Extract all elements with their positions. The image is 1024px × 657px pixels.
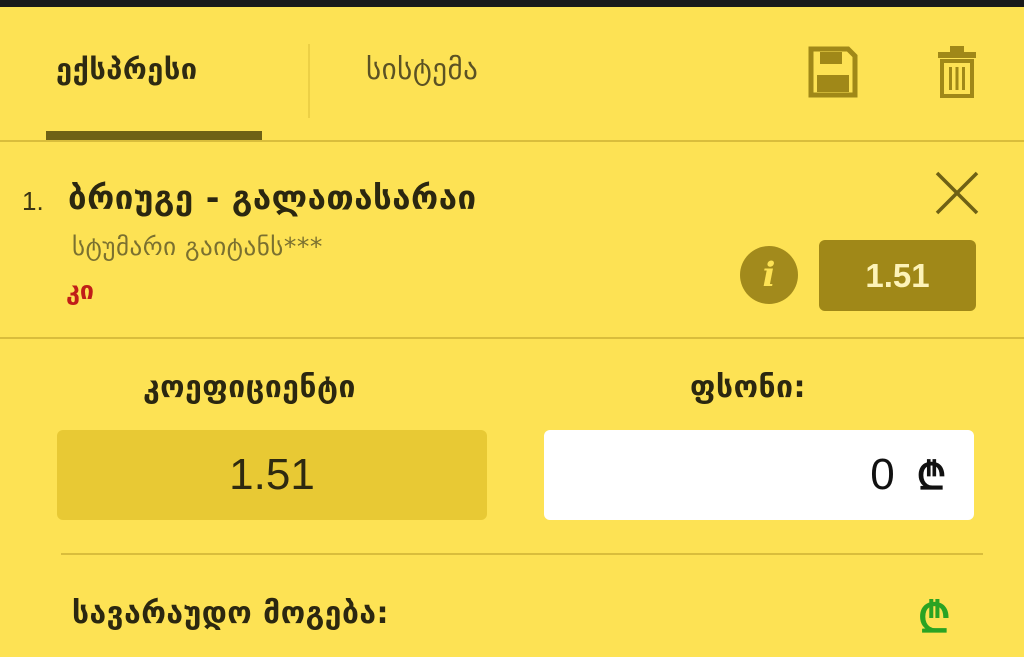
info-button[interactable]: i (740, 246, 798, 304)
coefficient-value: 1.51 (57, 430, 487, 520)
status-bar-edge (0, 0, 1024, 7)
bet-status: კი (66, 276, 94, 305)
tab-divider (308, 44, 310, 118)
save-button[interactable] (806, 44, 860, 100)
bottom-divider (61, 553, 983, 555)
bet-index: 1. (22, 186, 44, 216)
info-icon: i (762, 255, 776, 295)
potential-win-currency-icon: ₾ (918, 593, 951, 642)
trash-icon (938, 46, 976, 98)
tab-system[interactable]: სისტემა (366, 52, 478, 86)
remove-bet-button[interactable] (934, 170, 980, 216)
potential-win-label: სავარაუდო მოგება: (72, 596, 389, 631)
close-icon (935, 171, 979, 215)
coefficient-label: კოეფიციენტი (143, 370, 356, 405)
stake-input[interactable] (694, 450, 895, 500)
bet-selection: სტუმარი გაიტანს*** (72, 232, 323, 261)
lari-currency-icon: ₾ (916, 454, 946, 498)
header-divider (0, 140, 1024, 142)
floppy-disk-icon (808, 46, 858, 98)
stake-label: ფსონი: (690, 370, 806, 405)
stake-field[interactable]: ₾ (544, 430, 974, 520)
tab-express[interactable]: ექსპრესი (56, 52, 198, 86)
section-divider (0, 337, 1024, 339)
bet-match-title: ბრიუგე - გალათასარაი (68, 178, 477, 217)
odd-badge: 1.51 (819, 240, 976, 311)
trash-button[interactable] (934, 42, 980, 100)
